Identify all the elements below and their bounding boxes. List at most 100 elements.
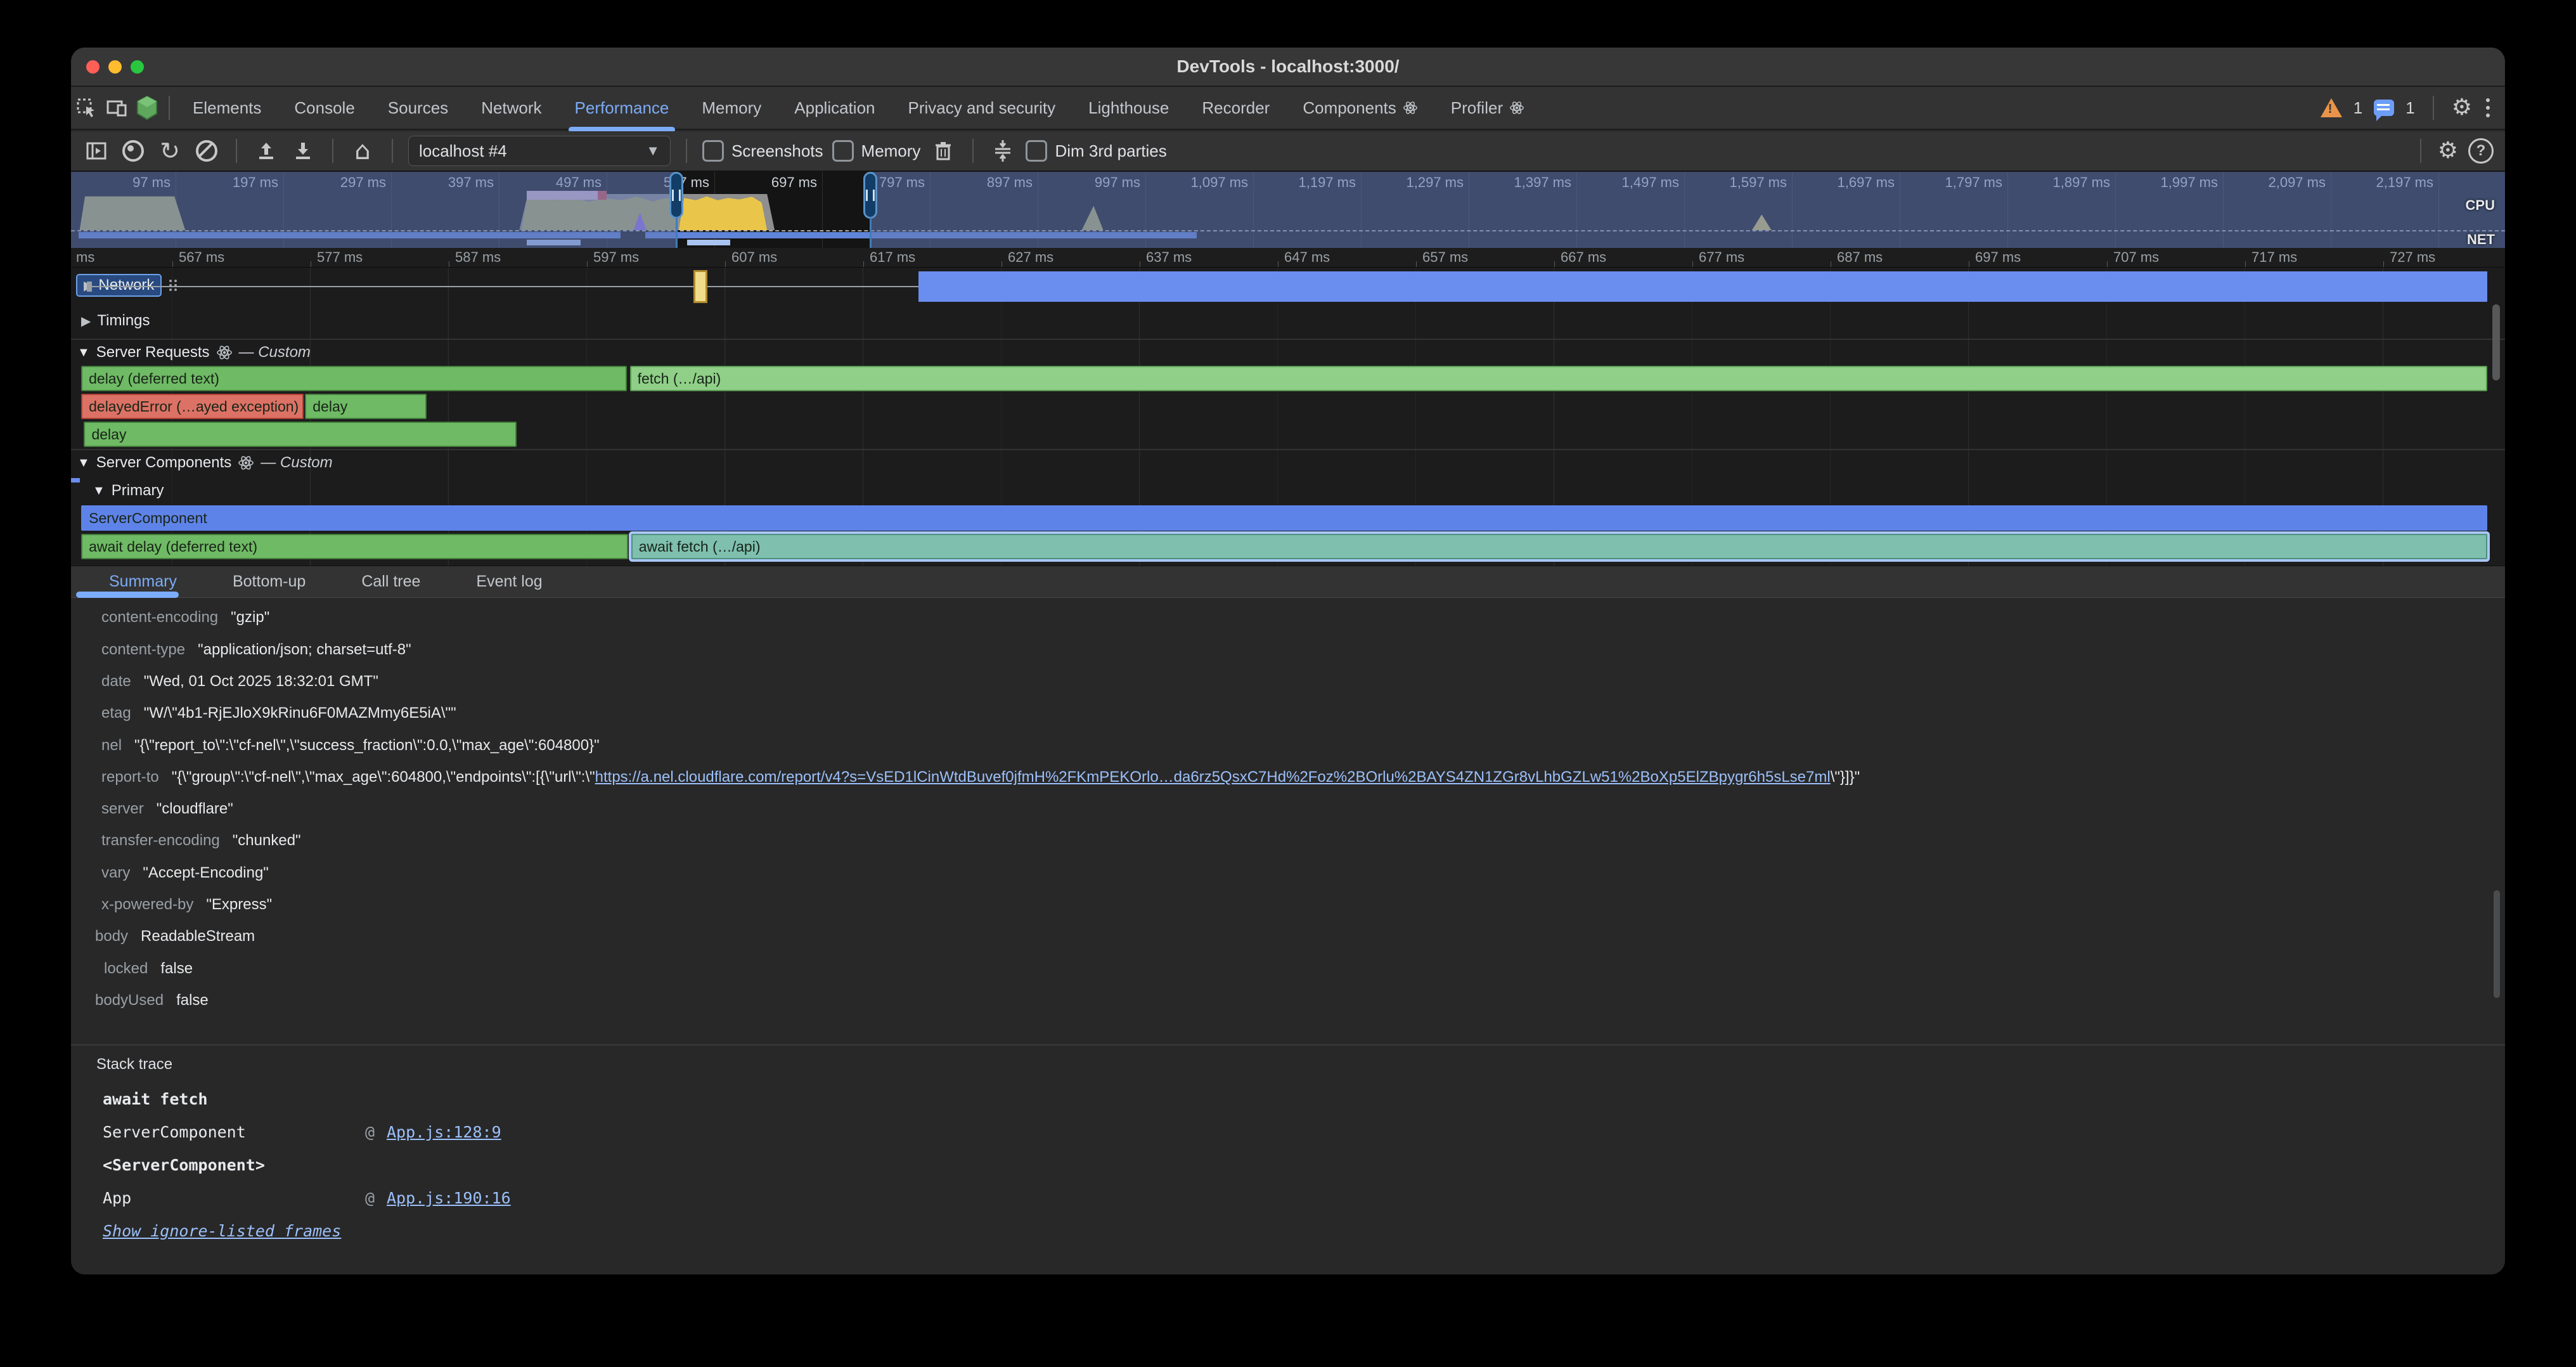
network-whisker — [89, 286, 918, 287]
detail-value: false — [160, 960, 193, 977]
detail-key: report-to — [101, 768, 159, 786]
tab-label: Memory — [702, 87, 761, 129]
server-components-track-header[interactable]: ▼ Server Components — Custom — [77, 454, 333, 472]
dim-3rd-parties-checkbox[interactable]: Dim 3rd parties — [1026, 140, 1166, 162]
ruler-tick-label: 627 ms — [1008, 249, 1053, 266]
ruler-tick-label: 647 ms — [1284, 249, 1330, 266]
timeline-overview[interactable]: 97 ms197 ms297 ms397 ms497 ms597 ms697 m… — [71, 172, 2505, 248]
tab-profiler[interactable]: Profiler — [1434, 86, 1541, 129]
history-select[interactable]: localhost #4 ▼ — [408, 136, 671, 166]
tab-performance[interactable]: Performance — [558, 86, 686, 129]
primary-subtrack-header[interactable]: ▼ Primary — [93, 482, 164, 500]
divider — [392, 139, 393, 163]
ruler-tick-label: 717 ms — [2251, 249, 2297, 266]
custom-track-suffix: — Custom — [261, 454, 332, 472]
inspect-element-icon[interactable] — [71, 93, 101, 123]
tab-console[interactable]: Console — [278, 86, 371, 129]
selection-handle-left[interactable] — [669, 172, 683, 219]
tab-label: Privacy and security — [908, 87, 1056, 129]
tracks-scrollbar[interactable] — [2492, 304, 2500, 380]
tab-recorder[interactable]: Recorder — [1185, 86, 1286, 129]
checkbox-box — [832, 140, 854, 162]
source-location-link[interactable]: App.js:190:16 — [387, 1189, 511, 1207]
tab-lighthouse[interactable]: Lighthouse — [1072, 86, 1185, 129]
flame-event[interactable]: await fetch (…/api) — [631, 534, 2487, 559]
detail-row: bodyReadableStream — [95, 928, 255, 945]
expander-collapsed-icon[interactable]: ▶ — [81, 313, 91, 329]
clear-button[interactable] — [193, 137, 221, 165]
tab-application[interactable]: Application — [778, 86, 891, 129]
selection-handle-right[interactable] — [863, 172, 877, 219]
toggle-sidebar-icon[interactable] — [82, 137, 110, 165]
screenshots-checkbox[interactable]: Screenshots — [702, 140, 823, 162]
bottom-tab-call-tree[interactable]: Call tree — [361, 573, 420, 591]
network-request-bar[interactable] — [918, 271, 2487, 302]
warning-count: 1 — [2354, 98, 2362, 118]
collect-garbage-icon[interactable] — [929, 137, 957, 165]
flame-event[interactable]: delay (deferred text) — [81, 366, 627, 391]
panel-tabs: ElementsConsoleSourcesNetworkPerformance… — [176, 86, 1541, 129]
detail-key: nel — [101, 737, 122, 754]
warning-icon[interactable] — [2321, 98, 2342, 117]
bottom-tab-summary[interactable]: Summary — [109, 573, 177, 591]
overview-tick-label: 697 ms — [722, 174, 817, 191]
ruler-tick-label: 667 ms — [1561, 249, 1606, 266]
timings-track-header[interactable]: ▶ Timings — [81, 312, 150, 330]
server-requests-track-header[interactable]: ▼ Server Requests — Custom — [77, 344, 311, 361]
settings-gear-icon[interactable]: ⚙ — [2452, 96, 2472, 119]
stack-frame-at: @ — [365, 1189, 375, 1207]
ruler-tick-label: 677 ms — [1699, 249, 1744, 266]
tab-sources[interactable]: Sources — [371, 86, 465, 129]
ruler-tick-label: 687 ms — [1837, 249, 1883, 266]
tab-memory[interactable]: Memory — [685, 86, 778, 129]
more-options-kebab-icon[interactable] — [2483, 96, 2492, 120]
detail-row: content-type"application/json; charset=u… — [101, 641, 411, 659]
detail-row: nel"{\"report_to\":\"cf-nel\",\"success_… — [101, 737, 600, 755]
collapse-tracks-icon[interactable] — [989, 137, 1017, 165]
flame-event[interactable]: await delay (deferred text) — [81, 534, 628, 559]
tab-elements[interactable]: Elements — [176, 86, 278, 129]
history-select-value: localhost #4 — [419, 141, 507, 161]
record-and-reload-button[interactable]: ↻ — [156, 137, 184, 165]
tab-privacy-and-security[interactable]: Privacy and security — [892, 86, 1072, 129]
flame-event[interactable]: delay — [305, 394, 427, 419]
drag-grip-icon[interactable] — [169, 280, 177, 291]
capture-settings-gear-icon[interactable]: ⚙ — [2438, 139, 2458, 162]
nodejs-extension-icon[interactable] — [132, 93, 162, 123]
source-location-link[interactable]: App.js:128:9 — [387, 1123, 501, 1141]
ruler-tick-label: 697 ms — [1975, 249, 2021, 266]
bottom-tab-event-log[interactable]: Event log — [476, 573, 542, 591]
network-track-header[interactable]: ▶ Network — [77, 275, 177, 295]
detail-key: x-powered-by — [101, 896, 193, 913]
checkbox-box — [1026, 140, 1047, 162]
record-button[interactable] — [119, 137, 147, 165]
load-profile-icon[interactable] — [252, 137, 280, 165]
live-metrics-home-icon[interactable]: ⌂ — [349, 137, 377, 165]
flame-event[interactable]: delayedError (…ayed exception) — [81, 394, 304, 419]
detail-row: x-powered-by"Express" — [101, 896, 272, 914]
expander-expanded-icon[interactable]: ▼ — [77, 346, 90, 360]
issues-message-icon[interactable] — [2374, 100, 2394, 116]
tab-components[interactable]: Components — [1286, 86, 1434, 129]
save-profile-icon[interactable] — [289, 137, 317, 165]
help-icon[interactable]: ? — [2468, 138, 2494, 164]
bottom-tab-bottom-up[interactable]: Bottom-up — [233, 573, 306, 591]
report-endpoint-link[interactable]: https://a.nel.cloudflare.com/report/v4?s… — [595, 768, 1831, 786]
expander-expanded-icon[interactable]: ▼ — [77, 456, 90, 470]
memory-checkbox[interactable]: Memory — [832, 140, 921, 162]
flamechart-tracks[interactable]: ▶ Network ▶ Timings ▼ Server Requests — … — [71, 268, 2505, 566]
device-toolbar-icon[interactable] — [101, 93, 132, 123]
flame-event[interactable]: fetch (…/api) — [630, 366, 2487, 391]
tab-network[interactable]: Network — [465, 86, 558, 129]
flame-event[interactable]: ServerComponent — [81, 505, 2487, 531]
detail-row: server"cloudflare" — [101, 800, 233, 818]
expander-expanded-icon[interactable]: ▼ — [93, 484, 105, 498]
react-atom-icon — [1403, 100, 1418, 115]
summary-scrollbar[interactable] — [2494, 890, 2500, 998]
divider — [332, 139, 333, 163]
tabbar-right: 1 1 ⚙ — [2321, 96, 2505, 120]
network-pending-request-marker[interactable] — [693, 270, 707, 303]
flame-event[interactable]: delay — [84, 422, 516, 447]
show-ignore-listed-frames-link[interactable]: Show ignore-listed frames — [103, 1222, 341, 1240]
primary-subtrack-label: Primary — [112, 482, 164, 500]
